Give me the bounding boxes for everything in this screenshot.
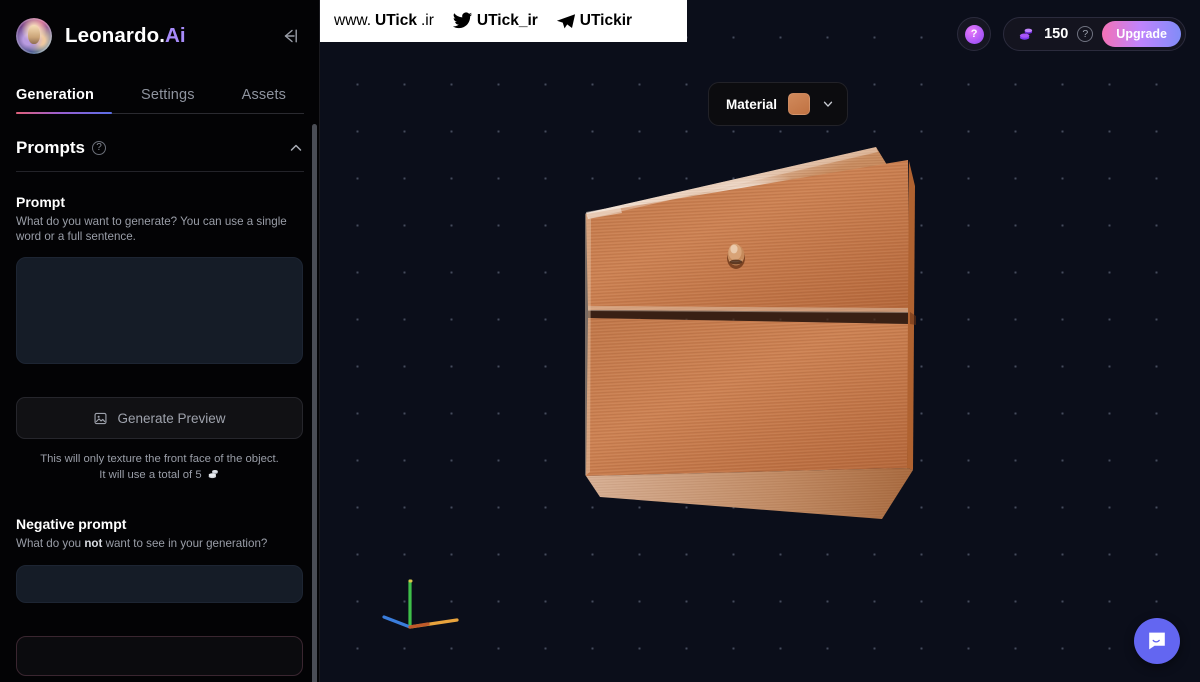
collapse-sidebar-button[interactable] (274, 21, 304, 51)
credits-pill: 150 ? Upgrade (1003, 17, 1186, 51)
telegram-plane-icon (556, 13, 575, 28)
watermark-website-prefix: www. (334, 12, 372, 29)
negative-prompt-field: Negative prompt What do you not want to … (16, 516, 304, 608)
prompts-divider (16, 171, 304, 172)
sidebar-tabs: Generation Settings Assets (0, 72, 320, 114)
neg-desc-post: want to see in your generation? (102, 536, 268, 550)
viewport-topbar: ? 150 ? Upgrade (957, 17, 1186, 51)
sidebar-content: Prompts ? Prompt What do you want to gen… (0, 114, 320, 676)
sidebar-header: Leonardo.Ai (0, 0, 320, 72)
generate-note-line2: It will use a total of 5 (99, 468, 202, 481)
material-chevron[interactable] (821, 97, 835, 111)
app-root: Leonardo.Ai Generation Settings Assets P… (0, 0, 1200, 682)
gizmo-z-axis (382, 615, 412, 629)
chat-bubble-icon (1149, 632, 1165, 650)
axis-gizmo (382, 579, 459, 629)
generate-note-line1: This will only texture the front face of… (40, 453, 279, 466)
prompts-help-icon[interactable]: ? (91, 141, 106, 155)
prompts-title: Prompts (16, 138, 85, 157)
generate-preview-label: Generate Preview (117, 410, 226, 426)
brand-name: Leonardo. (65, 24, 165, 47)
chat-launcher-button[interactable] (1134, 618, 1180, 664)
left-sidebar: Leonardo.Ai Generation Settings Assets P… (0, 0, 320, 682)
watermark-twitter-handle: UTick_ir (476, 12, 538, 29)
partially-visible-action-button[interactable] (16, 635, 303, 676)
help-button[interactable]: ? (957, 17, 992, 51)
negative-prompt-description: What do you not want to see in your gene… (16, 537, 304, 552)
negative-prompt-label: Negative prompt (16, 515, 127, 532)
material-label: Material (726, 96, 778, 112)
watermark-website-tld: .ir (420, 12, 434, 29)
credits-amount: 150 (1044, 26, 1069, 42)
watermark-telegram-handle: UTickir (579, 12, 633, 29)
model-viewport[interactable]: Material ? 150 ? Upgrade www. UTick .ir … (320, 0, 1200, 682)
watermark-banner: www. UTick .ir UTick_ir UTickir (320, 0, 687, 42)
credits-coins-icon (207, 468, 220, 486)
twitter-bird-icon (452, 12, 473, 29)
credits-help-icon[interactable]: ? (1077, 26, 1094, 42)
watermark-website-name: UTick (375, 12, 417, 29)
watermark-twitter: UTick_ir (452, 12, 538, 30)
brand-title: Leonardo.Ai (65, 24, 186, 48)
prompt-input[interactable] (16, 257, 303, 365)
chevron-up-icon (290, 144, 302, 151)
tab-assets[interactable]: Assets (242, 87, 286, 114)
watermark-telegram: UTickir (556, 12, 632, 30)
image-generate-icon (94, 412, 107, 425)
prompts-collapse-button[interactable] (288, 140, 304, 156)
sidebar-scroll-body: Prompts ? Prompt What do you want to gen… (0, 114, 320, 682)
watermark-website: www. UTick .ir (334, 12, 434, 30)
tab-settings[interactable]: Settings (141, 87, 195, 114)
collapse-sidebar-icon (284, 29, 297, 43)
prompts-section-header: Prompts ? (16, 114, 304, 171)
tab-generation[interactable]: Generation (16, 87, 94, 114)
prompt-description: What do you want to generate? You can us… (16, 215, 287, 243)
generate-note: This will only texture the front face of… (16, 452, 303, 486)
sidebar-scrollbar[interactable] (312, 124, 317, 682)
help-question-icon: ? (964, 24, 984, 44)
material-color-swatch[interactable] (788, 93, 811, 115)
brand-suffix: Ai (165, 24, 186, 47)
generate-preview-button[interactable]: Generate Preview (16, 397, 303, 440)
upgrade-button[interactable]: Upgrade (1102, 21, 1181, 47)
material-dropdown[interactable]: Material (708, 82, 849, 126)
prompt-label: Prompt (16, 194, 65, 210)
neg-desc-pre: What do you (16, 536, 85, 550)
chevron-down-icon (823, 101, 833, 107)
leonardo-avatar-logo (16, 18, 52, 54)
negative-prompt-input[interactable] (16, 564, 303, 603)
neg-desc-bold: not (84, 536, 103, 550)
credits-coins-icon (1018, 26, 1035, 43)
